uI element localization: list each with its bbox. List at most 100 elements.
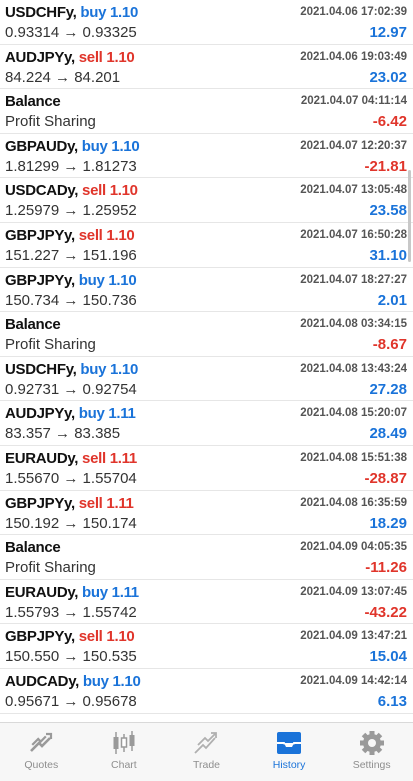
deal-title: Balance <box>5 93 61 110</box>
deal-prices: 83.357 → 83.385 <box>5 425 121 443</box>
deal-prices: 0.93314 → 0.93325 <box>5 24 137 41</box>
quotes-icon <box>30 732 53 752</box>
deal-side: buy 1.10 <box>80 4 139 21</box>
tab-quotes[interactable]: Quotes <box>0 723 83 781</box>
deal-title: USDCHFy, buy 1.10 <box>5 361 138 378</box>
deal-profit: 12.97 <box>369 24 407 41</box>
deal-time: 2021.04.08 15:20:07 <box>300 407 407 420</box>
tab-trade[interactable]: Trade <box>165 723 248 781</box>
deal-title: GBPJPYy, sell 1.10 <box>5 628 135 646</box>
deal-profit: -43.22 <box>364 603 407 621</box>
deal-row[interactable]: Balance Profit Sharing 2021.04.08 03:34:15… <box>0 312 413 357</box>
history-icon <box>277 732 302 754</box>
tab-chart[interactable]: Chart <box>83 723 166 781</box>
deal-time: 2021.04.07 18:27:27 <box>300 273 407 286</box>
deal-prices: 1.55793 → 1.55742 <box>5 603 137 621</box>
deal-title: EURAUDy, sell 1.11 <box>5 450 137 467</box>
deal-time: 2021.04.08 16:35:59 <box>300 496 407 509</box>
deal-time: 2021.04.09 13:47:21 <box>300 630 407 643</box>
deal-title: GBPJPYy, buy 1.10 <box>5 271 137 289</box>
deal-side: buy 1.10 <box>80 360 139 378</box>
deal-side: buy 1.10 <box>82 672 141 690</box>
deal-title: AUDJPYy, sell 1.10 <box>5 48 135 66</box>
deal-profit: 23.02 <box>369 68 407 86</box>
deal-symbol: AUDJPYy, <box>5 405 75 423</box>
deal-symbol: GBPJPYy, <box>5 226 75 244</box>
deal-time: 2021.04.07 12:20:37 <box>300 139 407 152</box>
deal-time: 2021.04.09 14:42:14 <box>300 674 407 687</box>
deal-profit: 28.49 <box>369 425 407 443</box>
trade-icon <box>194 732 218 754</box>
deal-profit: 15.04 <box>369 648 407 666</box>
deal-row[interactable]: Balance Profit Sharing 2021.04.07 04:11:14… <box>0 89 413 134</box>
deal-profit: 27.28 <box>369 380 407 398</box>
tab-history-label: History <box>272 759 306 771</box>
deal-side: sell 1.10 <box>78 628 135 646</box>
deal-profit: 2.01 <box>377 291 407 309</box>
deal-side: sell 1.10 <box>82 182 138 200</box>
deal-prices: Profit Sharing <box>5 113 96 131</box>
deal-time: 2021.04.09 13:07:45 <box>300 585 407 598</box>
deal-row[interactable]: USDCHFy, buy 1.10 0.92731 → 0.92754 2021.0… <box>0 357 413 402</box>
deal-symbol: USDCADy, <box>5 182 79 200</box>
tab-settings[interactable]: Settings <box>330 723 413 781</box>
deal-row[interactable]: USDCADy, sell 1.10 1.25979 → 1.25952 2021.… <box>0 178 413 223</box>
deal-side: sell 1.10 <box>78 48 135 66</box>
bottom-tab-bar: Quotes Chart Trade History Settings <box>0 722 413 781</box>
scrollbar[interactable] <box>408 170 411 262</box>
deal-row[interactable]: GBPAUDy, buy 1.10 1.81299 → 1.81273 2021.0… <box>0 134 413 179</box>
deal-title: GBPJPYy, sell 1.11 <box>5 495 134 512</box>
deal-time: 2021.04.08 03:34:15 <box>300 318 407 331</box>
history-deal-list[interactable]: USDCHFy, buy 1.10 0.93314 → 0.93325 2021.0… <box>0 0 413 722</box>
deal-title: Balance <box>5 539 61 557</box>
tab-history[interactable]: History <box>248 723 331 781</box>
deal-time: 2021.04.06 19:03:49 <box>300 50 407 63</box>
deal-profit: -6.42 <box>372 113 407 131</box>
deal-symbol: AUDJPYy, <box>5 48 75 66</box>
settings-icon <box>359 731 384 755</box>
deal-time: 2021.04.08 15:51:38 <box>300 451 407 464</box>
chart-icon <box>113 731 135 754</box>
deal-row[interactable]: AUDJPYy, buy 1.11 83.357 → 83.385 2021.04.… <box>0 401 413 446</box>
deal-symbol: USDCHFy, <box>5 4 77 21</box>
deal-time: 2021.04.07 16:50:28 <box>300 228 407 241</box>
deal-row[interactable]: USDCHFy, buy 1.10 0.93314 → 0.93325 2021.0… <box>0 0 413 45</box>
deal-side: sell 1.11 <box>82 449 137 467</box>
deal-title: USDCADy, sell 1.10 <box>5 182 138 199</box>
deal-title: USDCHFy, buy 1.10 <box>5 4 138 21</box>
deal-prices: 1.55670 → 1.55704 <box>5 469 137 487</box>
deal-prices: 1.81299 → 1.81273 <box>5 157 137 175</box>
deal-symbol: Balance <box>5 316 61 334</box>
deal-symbol: GBPAUDy, <box>5 137 78 155</box>
deal-profit: 6.13 <box>377 692 407 710</box>
tab-trade-label: Trade <box>192 759 220 771</box>
deal-row[interactable]: AUDJPYy, sell 1.10 84.224 → 84.201 2021.04… <box>0 45 413 90</box>
deal-time: 2021.04.08 13:43:24 <box>300 362 407 375</box>
deal-symbol: GBPJPYy, <box>5 628 75 646</box>
deal-row[interactable]: AUDCADy, buy 1.10 0.95671 → 0.95678 2021.0… <box>0 669 413 714</box>
deal-side: buy 1.10 <box>81 137 140 155</box>
deal-prices: 151.227 → 151.196 <box>5 246 137 264</box>
tab-settings-label: Settings <box>352 759 391 771</box>
deal-prices: 150.550 → 150.535 <box>5 648 137 666</box>
deal-side: buy 1.10 <box>78 271 137 289</box>
deal-side: sell 1.10 <box>78 226 135 244</box>
deal-title: Balance <box>5 316 61 334</box>
deal-row[interactable]: GBPJPYy, sell 1.10 150.550 → 150.535 2021.… <box>0 624 413 669</box>
tab-chart-label: Chart <box>111 759 137 771</box>
deal-profit: -28.87 <box>364 469 407 487</box>
deal-title: GBPJPYy, sell 1.10 <box>5 226 135 244</box>
deal-row[interactable]: Balance Profit Sharing 2021.04.09 04:05:35… <box>0 535 413 580</box>
deal-row[interactable]: GBPJPYy, sell 1.10 151.227 → 151.196 2021.… <box>0 223 413 268</box>
deal-row[interactable]: GBPJPYy, sell 1.11 150.192 → 150.174 2021.… <box>0 491 413 536</box>
deal-row[interactable]: EURAUDy, buy 1.11 1.55793 → 1.55742 2021.0… <box>0 580 413 625</box>
deal-symbol: Balance <box>5 539 61 557</box>
deal-title: GBPAUDy, buy 1.10 <box>5 137 140 155</box>
deal-title: AUDJPYy, buy 1.11 <box>5 405 136 422</box>
deal-prices: 0.95671 → 0.95678 <box>5 692 137 710</box>
deal-row[interactable]: GBPJPYy, buy 1.10 150.734 → 150.736 2021.0… <box>0 268 413 313</box>
deal-symbol: EURAUDy, <box>5 583 79 601</box>
deal-time: 2021.04.07 04:11:14 <box>300 95 407 108</box>
deal-profit: -21.81 <box>364 157 407 175</box>
deal-row[interactable]: EURAUDy, sell 1.11 1.55670 → 1.55704 2021.… <box>0 446 413 491</box>
